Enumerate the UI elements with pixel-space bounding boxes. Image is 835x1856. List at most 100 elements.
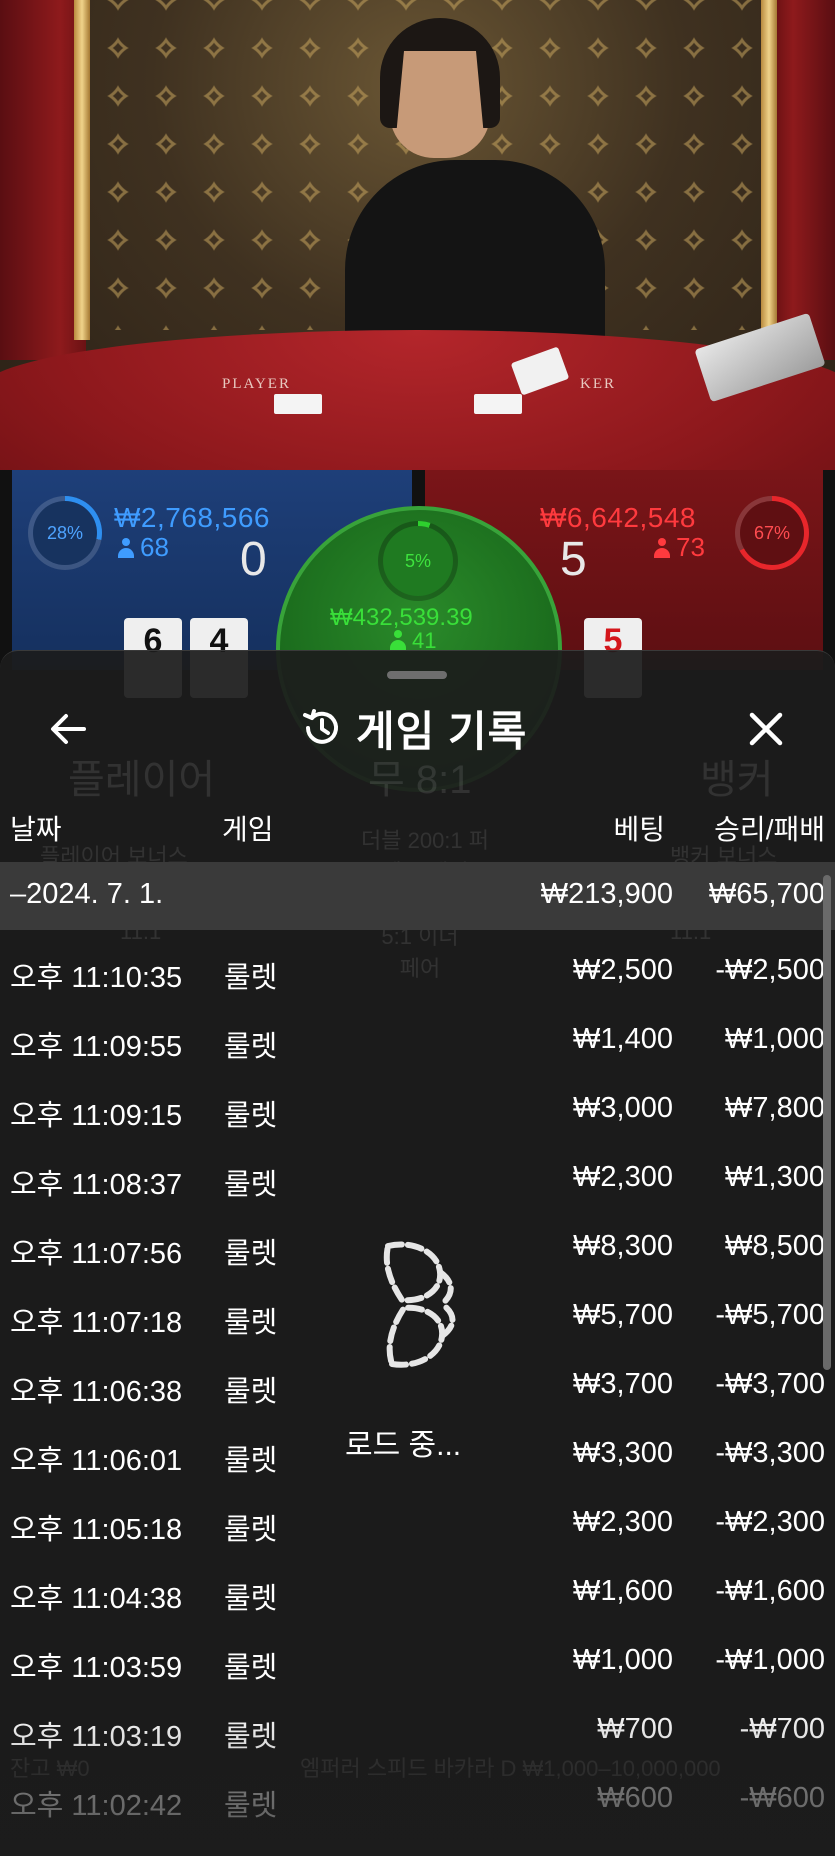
player-percent: 28% [33,501,97,565]
history-row[interactable]: 오후 11:03:19 룰렛 ₩700 -₩700 [0,1695,835,1763]
loading-logo-icon [383,1241,456,1368]
banker-bettor-count: 73 [676,532,705,562]
banker-bet-amount: ₩6,642,548 [540,502,696,533]
date-group-row[interactable]: –2024. 7. 1. ₩213,900 ₩65,700 [0,862,835,930]
tie-percent: 5% [383,526,453,596]
row-game: 룰렛 [224,1652,278,1684]
player-bet-amount: ₩2,768,566 [114,502,270,533]
row-time: 오후 11:04:38 [10,1583,183,1615]
row-time: 오후 11:09:15 [10,1100,183,1132]
row-game: 룰렛 [224,1307,278,1339]
sheet-drag-handle[interactable] [387,671,447,679]
history-row[interactable]: 오후 11:03:59 룰렛 ₩1,000 -₩1,000 [0,1626,835,1694]
row-game: 룰렛 [224,1790,278,1822]
column-header-result: 승리/패배 [714,814,825,845]
row-bet: ₩600 [597,1782,673,1814]
sheet-title: 게임 기록 [356,707,528,755]
row-game: 룰렛 [224,1169,278,1201]
row-time: 오후 11:06:38 [10,1376,183,1408]
row-bet: ₩2,300 [573,1161,673,1193]
arrow-left-icon [51,714,86,744]
person-icon [654,538,670,558]
gold-pillar-left [74,0,90,340]
row-bet: ₩3,300 [573,1437,673,1469]
row-result: -₩700 [739,1713,825,1745]
person-icon [118,538,134,558]
row-bet: ₩8,300 [573,1230,673,1262]
row-bet: ₩700 [597,1713,673,1745]
row-game: 룰렛 [224,1031,278,1063]
close-icon [749,712,783,746]
tie-percent-ring: 5% [378,521,458,601]
row-bet: ₩1,400 [573,1023,673,1055]
row-time: 오후 11:03:19 [10,1721,183,1753]
person-icon [390,630,406,650]
row-bet: ₩5,700 [573,1299,673,1331]
loading-spinner [368,1238,468,1368]
row-result: ₩1,000 [725,1023,825,1055]
column-header-game: 게임 [222,814,274,845]
player-bettor-count-wrap: 68 [118,532,169,563]
column-header-date: 날짜 [10,814,62,845]
history-row[interactable]: 오후 11:04:38 룰렛 ₩1,600 -₩1,600 [0,1557,835,1625]
row-time: 오후 11:09:55 [10,1031,183,1063]
row-game: 룰렛 [224,1445,278,1477]
row-game: 룰렛 [224,1100,278,1132]
row-time: 오후 11:06:01 [10,1445,183,1477]
gold-pillar-right [761,0,777,340]
row-bet: ₩1,600 [573,1575,673,1607]
felt-banker-label: KER [580,376,616,392]
curtain-right [775,0,835,360]
history-row[interactable]: 오후 11:05:18 룰렛 ₩2,300 -₩2,300 [0,1488,835,1556]
row-result: -₩1,000 [715,1644,825,1676]
history-row[interactable]: 오후 11:08:37 룰렛 ₩2,300 ₩1,300 [0,1143,835,1211]
history-row[interactable]: 오후 11:09:15 룰렛 ₩3,000 ₩7,800 [0,1074,835,1142]
row-time: 오후 11:05:18 [10,1514,183,1546]
row-result: -₩3,700 [715,1368,825,1400]
history-scrollbar[interactable] [823,875,831,1370]
row-result: ₩1,300 [725,1161,825,1193]
history-row[interactable]: 오후 11:02:42 룰렛 ₩600 -₩600 [0,1764,835,1832]
back-button[interactable] [40,701,96,757]
table-card-player [274,394,322,414]
close-button[interactable] [738,701,794,757]
row-game: 룰렛 [224,962,278,994]
row-result: -₩2,500 [715,954,825,986]
row-result: -₩1,600 [715,1575,825,1607]
player-score: 0 [240,533,267,586]
date-group-result: ₩65,700 [708,878,825,910]
date-group-label: –2024. 7. 1. [10,878,164,910]
banker-percent-ring: 67% [735,496,809,570]
row-time: 오후 11:10:35 [10,962,183,994]
row-result: -₩3,300 [715,1437,825,1469]
banker-percent: 67% [740,501,804,565]
row-time: 오후 11:03:59 [10,1652,183,1684]
row-game: 룰렛 [224,1238,278,1270]
row-time: 오후 11:07:56 [10,1238,183,1270]
banker-bettor-count-wrap: 73 [654,532,705,563]
banker-score: 5 [560,533,587,586]
row-game: 룰렛 [224,1721,278,1753]
row-result: ₩8,500 [725,1230,825,1262]
row-bet: ₩1,000 [573,1644,673,1676]
row-game: 룰렛 [224,1583,278,1615]
row-time: 오후 11:02:42 [10,1790,183,1822]
history-row[interactable]: 오후 11:10:35 룰렛 ₩2,500 -₩2,500 [0,936,835,1004]
sheet-header: 게임 기록 [300,703,527,755]
player-bettor-count: 68 [140,532,169,562]
felt-player-label: PLAYER [222,376,291,392]
row-result: ₩7,800 [725,1092,825,1124]
row-bet: ₩3,700 [573,1368,673,1400]
row-bet: ₩2,300 [573,1506,673,1538]
table-card-banker [474,394,522,414]
row-game: 룰렛 [224,1514,278,1546]
row-game: 룰렛 [224,1376,278,1408]
row-bet: ₩2,500 [573,954,673,986]
history-icon [303,709,338,744]
player-percent-ring: 28% [28,496,102,570]
history-row[interactable]: 오후 11:09:55 룰렛 ₩1,400 ₩1,000 [0,1005,835,1073]
row-result: -₩5,700 [715,1299,825,1331]
row-time: 오후 11:07:18 [10,1307,183,1339]
row-bet: ₩3,000 [573,1092,673,1124]
row-result: -₩600 [739,1782,825,1814]
